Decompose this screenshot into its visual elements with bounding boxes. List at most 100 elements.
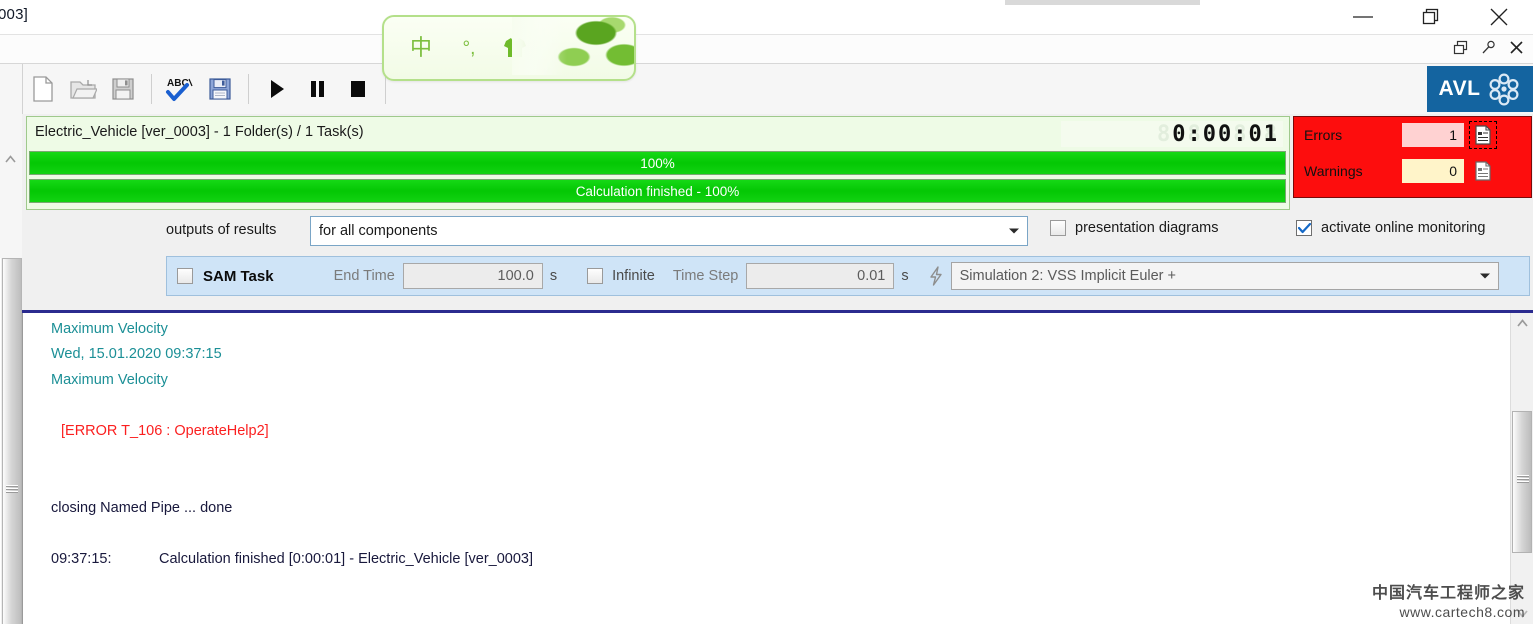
avl-flower-icon <box>1489 73 1519 106</box>
elapsed-time-display: 88888888 0:00:01 <box>1061 121 1283 147</box>
minimize-button[interactable] <box>1329 0 1397 34</box>
infinite-label: Infinite <box>612 268 655 284</box>
lightning-bolt-icon <box>927 266 945 286</box>
run-title-text: Electric_Vehicle [ver_0003] - 1 Folder(s… <box>35 124 364 140</box>
ime-language-bar[interactable]: 中 °, <box>382 15 636 81</box>
restore-window-icon[interactable] <box>1452 38 1469 56</box>
elapsed-time-value: 0:00:01 <box>1172 121 1279 147</box>
outputs-of-results-select[interactable]: for all components <box>310 216 1028 246</box>
outputs-of-results-label: outputs of results <box>166 222 277 238</box>
watermark-url: www.cartech8.com <box>1399 604 1525 620</box>
presentation-diagrams-checkbox[interactable]: presentation diagrams <box>1050 220 1218 236</box>
task-row: SAM Task End Time 100.0 s Infinite Time … <box>166 256 1530 296</box>
stop-icon[interactable] <box>337 67 377 111</box>
ime-punctuation-icon[interactable]: °, <box>456 39 482 58</box>
avl-brand-text: AVL <box>1438 77 1481 100</box>
restore-button[interactable] <box>1397 0 1465 34</box>
online-monitoring-checkbox[interactable]: activate online monitoring <box>1296 220 1485 236</box>
warnings-document-report-icon[interactable] <box>1470 158 1496 184</box>
infinite-checkbox[interactable] <box>587 268 604 284</box>
window-title: 003] <box>0 6 28 23</box>
task-name-label: SAM Task <box>203 267 274 285</box>
menu-strip <box>0 35 1533 64</box>
toolbar-grip <box>0 64 23 114</box>
outer-scrollbar-thumb[interactable] <box>2 258 22 624</box>
online-monitoring-label: activate online monitoring <box>1321 220 1486 236</box>
log-scroll-up-icon[interactable] <box>1511 313 1533 333</box>
online-monitoring-box[interactable] <box>1296 220 1312 236</box>
time-step-label: Time Step <box>672 268 739 284</box>
toolbar-separator <box>248 74 249 104</box>
tab-strip-stub <box>1005 0 1200 5</box>
log-line: [ERROR T_106 : OperateHelp2] <box>61 423 269 439</box>
progress-label-task: Calculation finished - 100% <box>575 183 740 199</box>
spellcheck-icon[interactable]: ABC <box>160 67 200 111</box>
log-line: Calculation finished [0:00:01] - Electri… <box>159 551 533 567</box>
end-time-unit: s <box>549 268 558 284</box>
save-results-icon[interactable] <box>200 67 240 111</box>
warnings-row: Warnings 0 <box>1304 157 1496 185</box>
ime-leaf-decoration <box>512 17 634 75</box>
errors-row: Errors 1 <box>1304 121 1497 149</box>
watermark: 中国汽车工程师之家 www.cartech8.com <box>1372 579 1525 620</box>
main-toolbar: ABC <box>0 64 1533 115</box>
log-line: Wed, 15.01.2020 09:37:15 <box>51 346 222 362</box>
warnings-count: 0 <box>1402 159 1464 183</box>
outer-scroll-up-icon[interactable] <box>2 150 19 167</box>
watermark-chinese: 中国汽车工程师之家 <box>1371 583 1525 602</box>
task-enabled-checkbox[interactable] <box>177 268 193 284</box>
window-controls <box>1329 0 1533 34</box>
warnings-label: Warnings <box>1304 163 1363 179</box>
progress-bar-overall: 100% <box>29 151 1286 175</box>
os-title-bar: 003] <box>0 0 1533 34</box>
mdi-window-controls <box>1452 38 1525 56</box>
toolbar-file-group <box>23 64 143 114</box>
presentation-diagrams-box[interactable] <box>1050 220 1066 236</box>
toolbar-run-group <box>257 64 377 114</box>
avl-brand-logo: AVL <box>1427 66 1533 112</box>
new-file-icon[interactable] <box>23 67 63 111</box>
log-scrollbar[interactable] <box>1510 313 1533 624</box>
log-scrollbar-thumb[interactable] <box>1512 411 1532 553</box>
solver-value: Simulation 2: VSS Implicit Euler + <box>959 268 1176 284</box>
ime-mode-icon[interactable]: 中 <box>408 37 434 59</box>
end-time-input[interactable]: 100.0 <box>402 263 543 289</box>
run-status-header: Electric_Vehicle [ver_0003] - 1 Folder(s… <box>26 116 1290 210</box>
progress-label-overall: 100% <box>640 155 675 171</box>
outer-left-panel-stub <box>0 114 23 258</box>
log-line: 09:37:15: <box>51 551 112 567</box>
run-icon[interactable] <box>257 67 297 111</box>
chevron-down-icon[interactable] <box>1472 272 1498 280</box>
open-file-icon[interactable] <box>63 67 103 111</box>
log-line: closing Named Pipe ... done <box>51 500 233 516</box>
log-line: Maximum Velocity <box>51 372 168 388</box>
outer-scrollbar-grip <box>6 485 18 494</box>
chevron-down-icon[interactable] <box>1001 227 1027 235</box>
pin-window-icon[interactable] <box>1480 38 1497 56</box>
output-options-row: outputs of results for all components pr… <box>22 214 1533 250</box>
close-window-icon[interactable] <box>1508 38 1525 56</box>
toolbar-check-group: ABC <box>160 64 240 114</box>
log-line: Maximum Velocity <box>51 321 168 337</box>
end-time-label: End Time <box>333 268 395 284</box>
log-scrollbar-grip <box>1517 475 1529 484</box>
application-window: 003] ABC AVL 中 °, Electric_Vehicle [ver_… <box>0 0 1533 624</box>
log-output-area[interactable]: Maximum Velocity Wed, 15.01.2020 09:37:15… <box>22 313 1533 624</box>
presentation-diagrams-label: presentation diagrams <box>1075 220 1219 236</box>
errors-warnings-panel: Errors 1 Warnings 0 <box>1293 116 1532 198</box>
errors-label: Errors <box>1304 127 1343 143</box>
close-button[interactable] <box>1465 0 1533 34</box>
outer-scrollbar-track[interactable] <box>1 258 22 624</box>
simulation-run-panel: Electric_Vehicle [ver_0003] - 1 Folder(s… <box>22 114 1533 624</box>
errors-document-report-icon[interactable] <box>1469 121 1497 149</box>
toolbar-separator <box>151 74 152 104</box>
pause-icon[interactable] <box>297 67 337 111</box>
outputs-of-results-value: for all components <box>319 223 438 239</box>
time-step-input[interactable]: 0.01 <box>746 263 895 289</box>
time-step-unit: s <box>901 268 909 284</box>
check-icon <box>1297 222 1311 233</box>
progress-bar-task: Calculation finished - 100% <box>29 179 1286 203</box>
errors-count: 1 <box>1402 123 1464 147</box>
solver-select[interactable]: Simulation 2: VSS Implicit Euler + <box>950 262 1499 290</box>
save-file-icon[interactable] <box>103 67 143 111</box>
